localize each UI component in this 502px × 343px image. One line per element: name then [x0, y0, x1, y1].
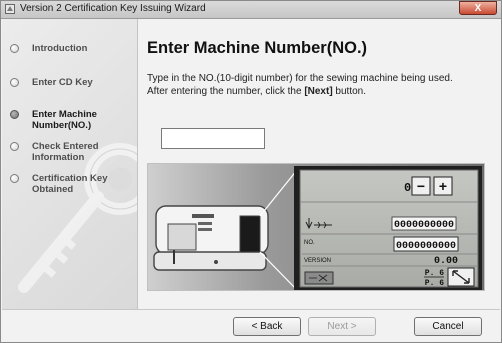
machine-lcd-panel: 0 − + 0000000000 NO. 0000000000 VERSION … — [294, 166, 482, 290]
instructions-line-2-prefix: After entering the number, click the — [147, 86, 305, 97]
machine-illustration: 0 − + 0000000000 NO. 0000000000 VERSION … — [147, 163, 485, 291]
step-check-entered-information: Check Entered Information — [10, 141, 132, 163]
step-indicator-active-icon — [10, 110, 19, 119]
wizard-window: Version 2 Certification Key Issuing Wiza… — [0, 0, 502, 343]
step-label: Enter CD Key — [32, 77, 93, 88]
step-indicator-icon — [10, 78, 19, 87]
step-enter-machine-number: Enter Machine Number(NO.) — [10, 109, 132, 131]
page-indicator-bottom: P. 6 — [425, 279, 444, 288]
machine-no-value: 0000000000 — [396, 241, 456, 252]
page-title: Enter Machine Number(NO.) — [147, 39, 368, 57]
footer-divider — [2, 309, 500, 310]
no-label: NO. — [304, 240, 315, 246]
version-label: VERSION — [304, 258, 331, 264]
cancel-button[interactable]: Cancel — [414, 317, 482, 336]
step-label: Check Entered Information — [32, 141, 99, 163]
machine-illustration-svg: 0 − + 0000000000 NO. 0000000000 VERSION … — [148, 164, 484, 290]
instructions-next-keyword: [Next] — [304, 86, 333, 97]
instructions-line-2-suffix: button. — [332, 86, 367, 97]
step-label: Enter Machine Number(NO.) — [32, 109, 97, 131]
plus-label: + — [439, 178, 447, 194]
row1-number-value: 0000000000 — [394, 220, 454, 231]
step-enter-cd-key: Enter CD Key — [10, 77, 132, 88]
step-indicator-icon — [10, 142, 19, 151]
version-value: 0.00 — [434, 256, 458, 267]
counter-value: 0 — [404, 181, 411, 195]
machine-number-input[interactable] — [161, 128, 265, 149]
step-indicator-icon — [10, 174, 19, 183]
close-button[interactable]: X — [459, 1, 497, 15]
step-certification-key-obtained: Certification Key Obtained — [10, 173, 132, 195]
minus-label: − — [417, 178, 425, 194]
app-icon — [5, 4, 15, 14]
next-button[interactable]: Next > — [308, 317, 376, 336]
title-bar: Version 2 Certification Key Issuing Wiza… — [1, 1, 501, 19]
sewing-machine-icon — [153, 205, 269, 271]
instructions-text: Type in the NO.(10-digit number) for the… — [147, 72, 492, 98]
instructions-line-1: Type in the NO.(10-digit number) for the… — [147, 73, 453, 84]
wizard-steps-sidebar: Introduction Enter CD Key Enter Machine … — [2, 19, 138, 309]
back-button[interactable]: < Back — [233, 317, 301, 336]
window-title: Version 2 Certification Key Issuing Wiza… — [20, 3, 206, 14]
step-label: Certification Key Obtained — [32, 173, 108, 195]
step-introduction: Introduction — [10, 43, 132, 54]
key-watermark-icon — [18, 143, 137, 293]
step-indicator-icon — [10, 44, 19, 53]
step-label: Introduction — [32, 43, 88, 54]
